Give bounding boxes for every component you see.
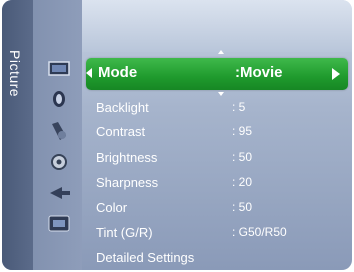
down-arrow-icon: [218, 92, 224, 96]
menu-item-label: Backlight: [96, 100, 149, 115]
right-arrow-icon[interactable]: [332, 68, 340, 80]
menu-item-sharpness[interactable]: Sharpness : 20: [2, 175, 352, 193]
mode-label: Mode: [98, 64, 138, 81]
menu-item-label: Color: [96, 200, 128, 215]
up-arrow-icon: [218, 50, 224, 54]
mode-value: :Movie: [235, 64, 283, 81]
menu-item-backlight[interactable]: Backlight : 5: [2, 100, 352, 118]
picture-icon[interactable]: [46, 58, 74, 80]
menu-item-color[interactable]: Color : 50: [2, 200, 352, 218]
menu-item-label: Contrast: [96, 124, 146, 139]
menu-item-detailed-settings[interactable]: Detailed Settings: [2, 250, 352, 268]
menu-item-value: : 5: [232, 100, 246, 114]
menu-item-tint[interactable]: Tint (G/R) : G50/R50: [2, 225, 352, 243]
menu-item-label: Tint (G/R): [96, 225, 153, 240]
menu-item-value: : 50: [232, 150, 253, 164]
menu-item-brightness[interactable]: Brightness : 50: [2, 150, 352, 168]
category-title: Picture: [7, 50, 23, 98]
menu-item-contrast[interactable]: Contrast : 95: [2, 124, 352, 142]
menu-item-label: Detailed Settings: [96, 250, 195, 265]
menu-item-label: Brightness: [96, 150, 158, 165]
menu-item-value: : G50/R50: [232, 225, 287, 239]
menu-item-value: : 50: [232, 200, 253, 214]
menu-item-label: Sharpness: [96, 175, 159, 190]
menu-item-value: : 20: [232, 175, 253, 189]
left-arrow-icon: [86, 68, 92, 78]
tv-osd-menu: Picture Mode:Movie Backlight: 5 Contra…: [2, 0, 352, 270]
menu-item-value: : 95: [232, 124, 253, 138]
